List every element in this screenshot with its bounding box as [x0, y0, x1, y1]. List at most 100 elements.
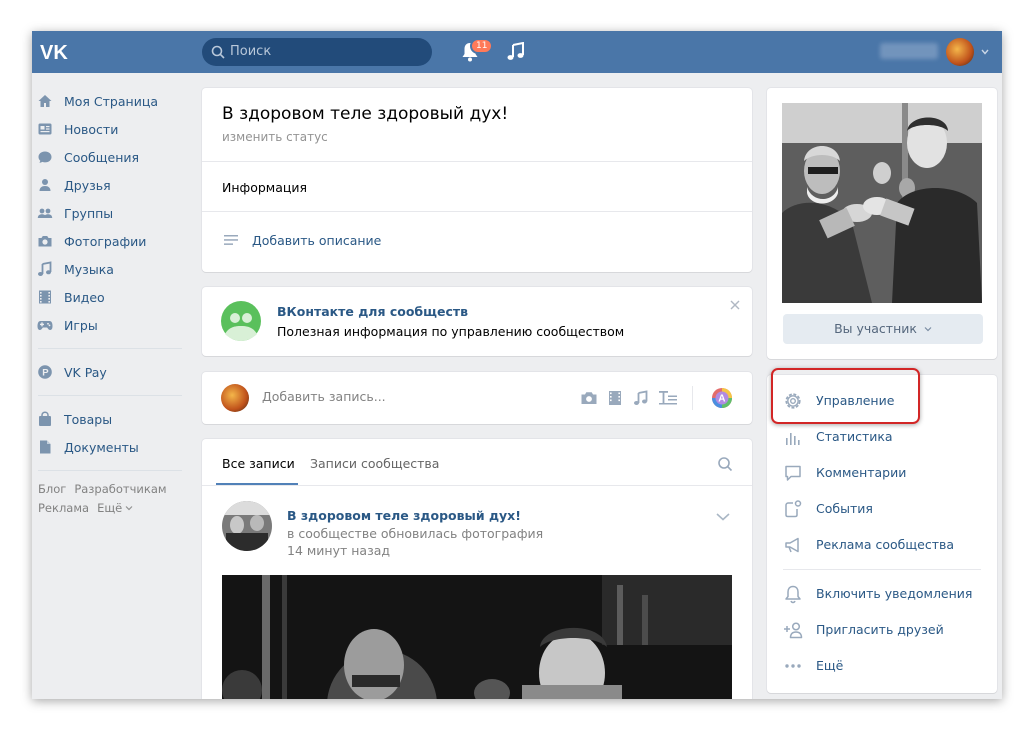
- menu-item-more[interactable]: Ещё: [767, 651, 1001, 681]
- chevron-down-icon: [924, 327, 932, 332]
- sidebar-divider: [38, 348, 182, 349]
- more-icon: [785, 664, 801, 668]
- divider: [783, 569, 981, 570]
- group-status-title: В здоровом теле здоровый дух!: [222, 104, 509, 124]
- menu-item-notifications[interactable]: Включить уведомления: [767, 579, 1001, 609]
- messages-icon: [38, 151, 52, 163]
- search-input[interactable]: Поиск: [202, 38, 432, 66]
- sidebar-item-news[interactable]: Новости: [32, 115, 192, 143]
- left-sidebar: Моя Страница Новости Сообщения Друзья Гр…: [32, 87, 192, 518]
- post-time[interactable]: 14 минут назад: [287, 543, 390, 558]
- footer-link-blog[interactable]: Блог: [38, 482, 66, 496]
- vk-logo[interactable]: VK: [38, 40, 72, 64]
- svg-text:P: P: [42, 368, 49, 379]
- menu-item-statistics[interactable]: Статистика: [767, 422, 1001, 452]
- events-icon: [785, 500, 802, 518]
- post-author-link[interactable]: В здоровом теле здоровый дух!: [287, 508, 521, 523]
- music-icon[interactable]: [632, 389, 650, 407]
- sidebar-item-friends[interactable]: Друзья: [32, 171, 192, 199]
- document-icon: [40, 440, 51, 454]
- info-heading[interactable]: Информация: [222, 180, 307, 195]
- groups-icon: [37, 208, 53, 218]
- notifications-badge: 11: [470, 38, 494, 54]
- invite-icon: [784, 622, 803, 639]
- music-icon: [38, 261, 52, 276]
- post-action-text: в сообществе обновилась фотография: [287, 526, 544, 541]
- sidebar-footer: Блог Разработчикам Реклама Ещё: [32, 480, 192, 518]
- user-avatar[interactable]: [946, 38, 974, 66]
- sidebar-divider: [38, 395, 182, 396]
- group-cover-photo[interactable]: [782, 103, 982, 303]
- sidebar-item-documents[interactable]: Документы: [32, 433, 192, 461]
- sidebar-divider: [38, 470, 182, 471]
- user-name-blurred[interactable]: [880, 43, 938, 59]
- sidebar-item-goods[interactable]: Товары: [32, 405, 192, 433]
- member-status-button[interactable]: Вы участник: [783, 314, 983, 344]
- management-highlight-frame: [771, 368, 920, 424]
- video-icon[interactable]: [606, 389, 624, 407]
- divider: [202, 161, 752, 162]
- video-icon: [39, 290, 51, 304]
- promo-card: ВКонтакте для сообществ Полезная информа…: [202, 287, 752, 356]
- top-bar: VK Поиск 11: [32, 31, 1002, 73]
- chevron-down-icon[interactable]: [715, 512, 731, 522]
- composer-avatar: [221, 384, 249, 412]
- author-switch-icon[interactable]: A: [711, 387, 733, 409]
- menu-item-ads[interactable]: Реклама сообщества: [767, 530, 1001, 560]
- tab-all-posts[interactable]: Все записи: [222, 456, 295, 471]
- divider: [202, 211, 752, 212]
- chevron-down-icon[interactable]: [980, 47, 990, 57]
- news-icon: [38, 123, 52, 135]
- footer-more-label: Ещё: [97, 501, 123, 515]
- composer-input[interactable]: Добавить запись...: [262, 389, 386, 404]
- close-icon[interactable]: [730, 300, 740, 310]
- browser-window: VK Поиск 11 Моя Страница Новости Сообщен…: [32, 31, 1002, 699]
- group-cover-card: Вы участник: [767, 88, 997, 359]
- tab-community-posts[interactable]: Записи сообщества: [310, 456, 439, 471]
- music-note-icon[interactable]: [506, 42, 526, 62]
- description-lines-icon: [224, 235, 238, 245]
- sidebar-item-groups[interactable]: Группы: [32, 199, 192, 227]
- friends-icon: [39, 179, 51, 191]
- communities-logo-icon: [221, 301, 261, 341]
- footer-link-developers[interactable]: Разработчикам: [74, 482, 166, 496]
- article-icon[interactable]: [658, 389, 678, 407]
- svg-text:A: A: [718, 394, 725, 405]
- add-description-link[interactable]: Добавить описание: [252, 233, 381, 248]
- sidebar-item-messages[interactable]: Сообщения: [32, 143, 192, 171]
- menu-item-comments[interactable]: Комментарии: [767, 458, 1001, 488]
- group-info-card: В здоровом теле здоровый дух! изменить с…: [202, 88, 752, 272]
- footer-link-more[interactable]: Ещё: [97, 501, 133, 515]
- bell-icon: [785, 585, 801, 604]
- stats-icon: [786, 433, 800, 445]
- megaphone-icon: [785, 537, 799, 553]
- home-icon: [38, 95, 52, 107]
- sidebar-item-photos[interactable]: Фотографии: [32, 227, 192, 255]
- sidebar-item-video[interactable]: Видео: [32, 283, 192, 311]
- svg-text:VK: VK: [40, 42, 68, 64]
- composer-divider: [692, 386, 693, 410]
- footer-link-ads[interactable]: Реклама: [38, 501, 89, 515]
- search-placeholder: Поиск: [230, 44, 272, 59]
- member-status-label: Вы участник: [834, 321, 917, 336]
- camera-icon[interactable]: [580, 389, 598, 407]
- chevron-down-icon: [125, 506, 133, 511]
- sidebar-item-vkpay[interactable]: P VK Pay: [32, 358, 192, 386]
- sidebar-item-games[interactable]: Игры: [32, 311, 192, 339]
- camera-icon: [38, 236, 52, 247]
- sidebar-item-my-page[interactable]: Моя Страница: [32, 87, 192, 115]
- menu-item-events[interactable]: События: [767, 494, 1001, 524]
- sidebar-item-music[interactable]: Музыка: [32, 255, 192, 283]
- vkpay-icon: P: [38, 365, 52, 379]
- search-icon[interactable]: [717, 456, 733, 472]
- comment-icon: [785, 465, 801, 481]
- games-icon: [37, 321, 53, 330]
- post-photo[interactable]: [222, 575, 732, 699]
- change-status-link[interactable]: изменить статус: [222, 130, 328, 144]
- search-icon: [211, 45, 225, 59]
- post-author-avatar[interactable]: [222, 501, 272, 551]
- promo-title-link[interactable]: ВКонтакте для сообществ: [277, 304, 468, 319]
- menu-item-invite[interactable]: Пригласить друзей: [767, 615, 1001, 645]
- divider: [202, 485, 752, 486]
- promo-text: Полезная информация по управлению сообще…: [277, 324, 625, 339]
